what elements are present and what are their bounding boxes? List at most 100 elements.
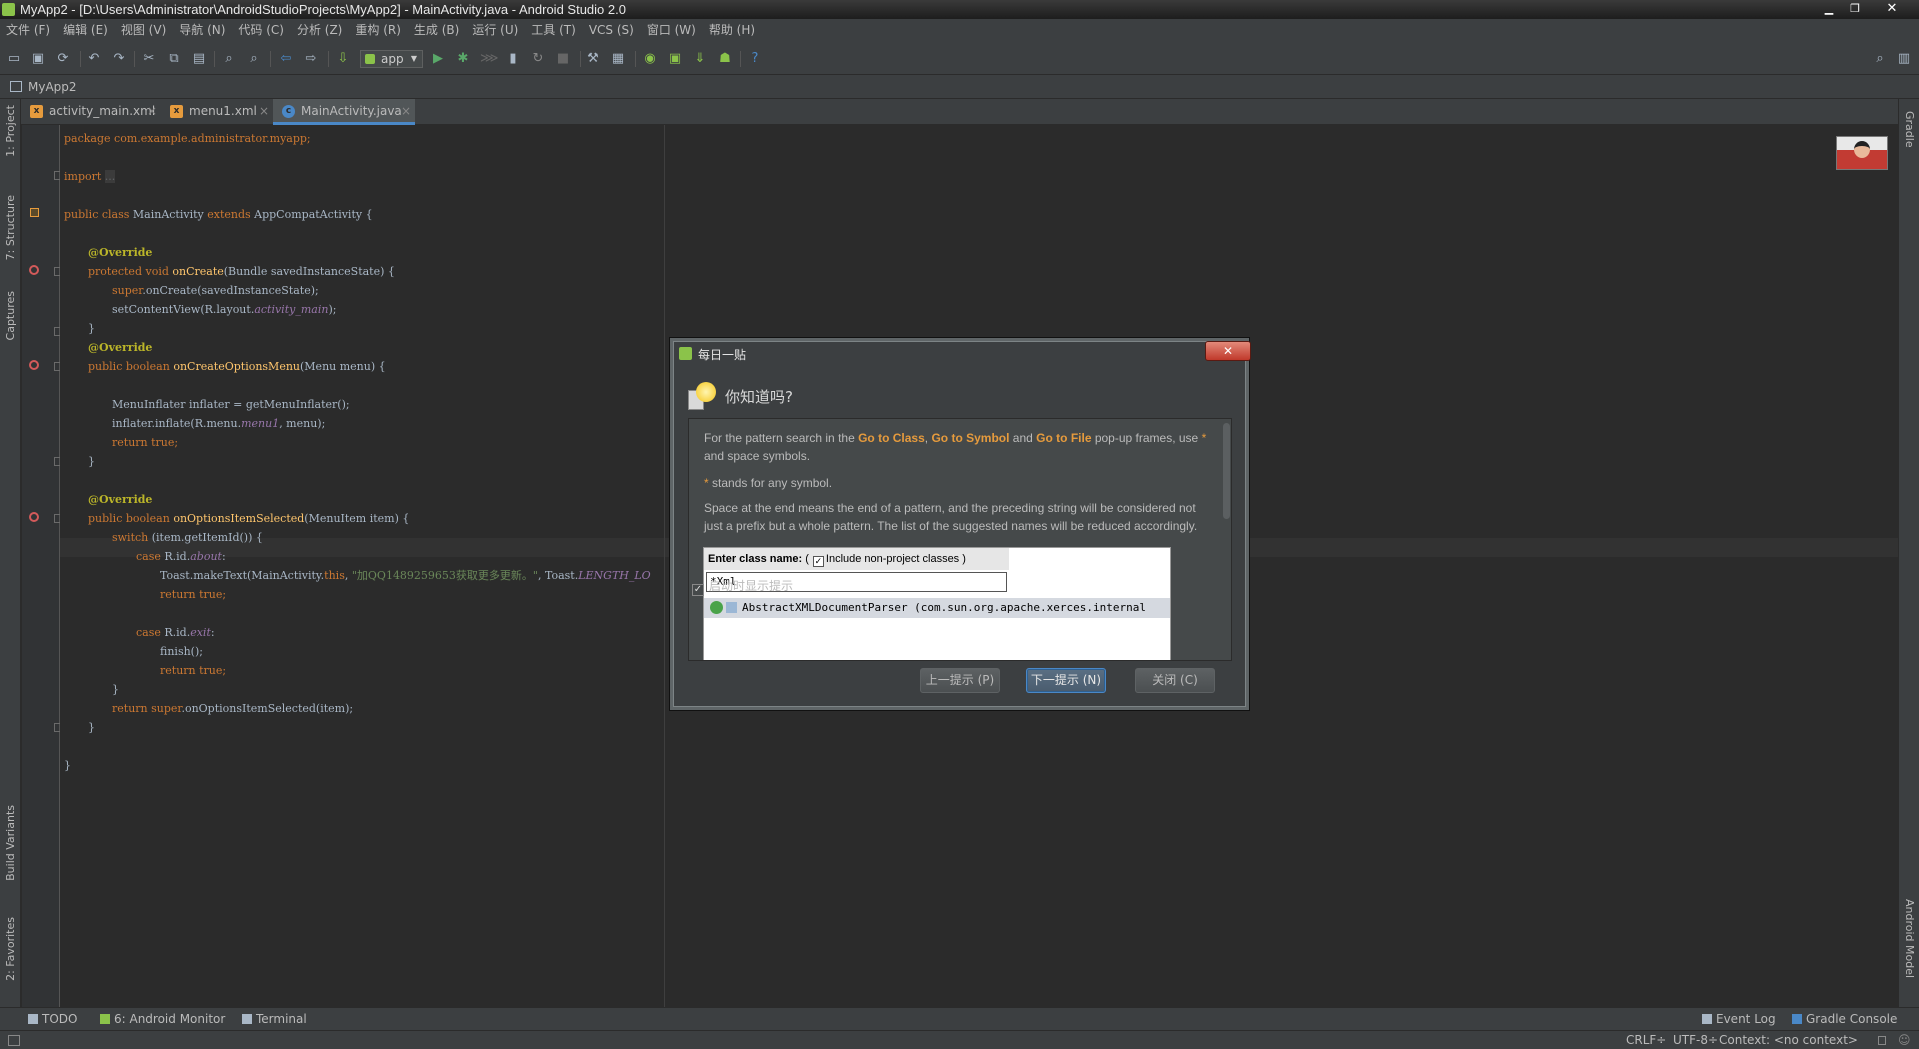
back-icon[interactable]: ⇦ (278, 51, 294, 67)
run-icon[interactable]: ▶ (430, 51, 446, 67)
menu-run[interactable]: 运行 (U) (466, 19, 525, 42)
tool-build-variants[interactable]: Build Variants (4, 805, 17, 881)
find-icon[interactable]: ⌕ (221, 51, 237, 67)
menu-edit[interactable]: 编辑 (E) (57, 19, 115, 42)
menu-navigate[interactable]: 导航 (N) (173, 19, 232, 42)
android-studio-icon (2, 3, 15, 16)
sync-icon[interactable]: ⟳ (55, 51, 71, 67)
previous-tip-button[interactable]: 上一提示 (P) (920, 668, 1000, 693)
tool-gradle[interactable]: Gradle (1903, 111, 1916, 148)
show-on-startup-checkbox[interactable]: ✓ 启动时显示提示 (692, 577, 793, 596)
copy-icon[interactable]: ⧉ (166, 51, 182, 67)
forward-icon[interactable]: ⇨ (303, 51, 319, 67)
menu-tools[interactable]: 工具 (T) (525, 19, 583, 42)
todo-icon (28, 1014, 38, 1024)
next-tip-button[interactable]: 下一提示 (N) (1026, 668, 1106, 693)
code-line: } (88, 322, 95, 335)
make-icon[interactable]: ⇩ (335, 51, 351, 67)
todo-button[interactable]: TODO (28, 1008, 77, 1030)
menu-refactor[interactable]: 重构 (R) (349, 19, 408, 42)
xml-file-icon: x (170, 105, 183, 118)
close-tab-icon[interactable]: × (401, 99, 411, 123)
menu-view[interactable]: 视图 (V) (115, 19, 173, 42)
encoding-status[interactable]: UTF-8÷ (1673, 1031, 1718, 1049)
code-line: } (112, 683, 119, 696)
apply-icon[interactable]: ↻ (530, 51, 546, 67)
menu-window[interactable]: 窗口 (W) (641, 19, 703, 42)
close-tab-icon[interactable]: × (147, 99, 157, 123)
menu-help[interactable]: 帮助 (H) (703, 19, 762, 42)
tool-project[interactable]: 1: Project (4, 105, 17, 157)
context-status[interactable]: Context: <no context> (1719, 1031, 1858, 1049)
minimize-button[interactable]: ▁ (1816, 1, 1842, 17)
stop-icon[interactable]: ■ (555, 51, 571, 67)
title-bar: MyApp2 - [D:\Users\Administrator\Android… (0, 0, 1919, 19)
menu-file[interactable]: 文件 (F) (0, 19, 57, 42)
code-line: switch (item.getItemId()) { (112, 531, 263, 544)
replace-icon[interactable]: ⌕ (246, 51, 262, 67)
right-tool-stripe: Gradle Android Model (1898, 99, 1919, 1007)
tool-structure[interactable]: 7: Structure (4, 195, 17, 260)
breadcrumb-project[interactable]: MyApp2 (28, 75, 77, 99)
override-marker-icon[interactable] (29, 512, 39, 522)
close-window-button[interactable]: ✕ (1868, 1, 1916, 17)
terminal-button[interactable]: Terminal (242, 1008, 307, 1030)
save-icon[interactable]: ▣ (30, 51, 46, 67)
show-on-startup-label: 启动时显示提示 (709, 579, 794, 593)
tab-menu1-xml[interactable]: x menu1.xml × (161, 99, 273, 125)
event-log-button[interactable]: Event Log (1702, 1008, 1776, 1030)
android-icon[interactable]: ☗ (717, 51, 733, 67)
menu-vcs[interactable]: VCS (S) (583, 19, 641, 42)
project-structure-icon[interactable]: ⚒ (585, 51, 601, 67)
tip-scrollbar[interactable] (1223, 423, 1230, 519)
menu-analyze[interactable]: 分析 (Z) (291, 19, 349, 42)
lock-icon[interactable] (1878, 1036, 1886, 1045)
search-everywhere-icon[interactable]: ⌕ (1872, 51, 1888, 67)
coverage-icon[interactable]: ▮ (505, 51, 521, 67)
device-monitor-icon[interactable]: ▣ (667, 51, 683, 67)
run-config-select[interactable]: app ▼ (360, 50, 423, 68)
line-separator-status[interactable]: CRLF÷ (1626, 1031, 1666, 1049)
code-line: public boolean onCreateOptionsMenu(Menu … (88, 360, 386, 373)
tip-example-screenshot: Enter class name: (✓ Include non-project … (703, 547, 1171, 660)
android-icon (100, 1014, 110, 1024)
tool-android-model[interactable]: Android Model (1903, 899, 1916, 978)
example-checkbox: ✓ (812, 556, 824, 567)
redo-icon[interactable]: ↷ (111, 51, 127, 67)
close-dialog-button[interactable]: 关闭 (C) (1135, 668, 1215, 693)
tab-mainactivity-java[interactable]: c MainActivity.java × (273, 99, 415, 125)
avatar-face (1854, 141, 1870, 158)
close-tab-icon[interactable]: × (259, 99, 269, 123)
code-line: } (88, 455, 95, 468)
undo-icon[interactable]: ↶ (86, 51, 102, 67)
tip-content-panel: For the pattern search in the Go to Clas… (688, 418, 1232, 661)
override-marker-icon[interactable] (29, 265, 39, 275)
layout-icon[interactable]: ▥ (1896, 51, 1912, 67)
attach-icon[interactable]: ⋙ (480, 51, 499, 67)
tool-favorites[interactable]: 2: Favorites (4, 917, 17, 981)
code-line: return true; (112, 436, 179, 449)
maximize-button[interactable]: ❐ (1842, 1, 1868, 17)
help-icon[interactable]: ? (747, 51, 763, 67)
gradle-console-button[interactable]: Gradle Console (1792, 1008, 1897, 1030)
dialog-close-button[interactable]: ✕ (1205, 341, 1251, 361)
menu-build[interactable]: 生成 (B) (408, 19, 466, 42)
paste-icon[interactable]: ▤ (191, 51, 207, 67)
tab-activity-main-xml[interactable]: x activity_main.xml × (21, 99, 161, 125)
debug-icon[interactable]: ✱ (455, 51, 471, 67)
code-line: @Override (88, 246, 153, 259)
dialog-title-bar[interactable]: 每日一贴 ✕ (674, 341, 1251, 367)
window-title: MyApp2 - [D:\Users\Administrator\Android… (20, 2, 626, 17)
menu-code[interactable]: 代码 (C) (232, 19, 291, 42)
code-line: case R.id.about: (136, 550, 226, 563)
avd-icon[interactable]: ◉ (642, 51, 658, 67)
cut-icon[interactable]: ✂ (141, 51, 157, 67)
sdk-icon[interactable]: ▦ (610, 51, 626, 67)
android-monitor-button[interactable]: 6: Android Monitor (100, 1008, 225, 1030)
open-icon[interactable]: ▭ (6, 51, 22, 67)
override-marker-icon[interactable] (29, 360, 39, 370)
sdk-manager-icon[interactable]: ⇓ (692, 51, 708, 67)
tool-captures[interactable]: Captures (4, 291, 17, 340)
hector-icon[interactable]: ☺ (1898, 1031, 1911, 1049)
toggle-tool-buttons-icon[interactable] (8, 1035, 20, 1046)
